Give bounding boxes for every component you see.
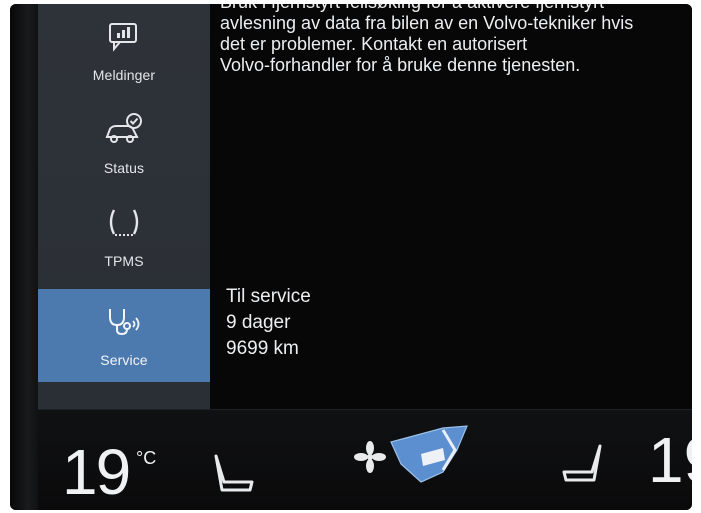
sidebar-item-service[interactable]: Service: [38, 289, 210, 382]
sidebar-item-label: TPMS: [104, 253, 144, 269]
tire-pressure-icon: [38, 204, 210, 242]
climate-bar: 19 °C 1: [38, 409, 692, 510]
sidebar-item-tpms[interactable]: TPMS: [38, 190, 210, 283]
climate-seat-icon[interactable]: [383, 420, 475, 495]
car-check-icon: [38, 111, 210, 147]
display-bezel: Meldinger Status TPMS Service avlesning …: [10, 4, 692, 510]
temperature-unit: °C: [136, 448, 157, 468]
passenger-seat-heat-icon[interactable]: [556, 442, 612, 495]
driver-temperature[interactable]: 19: [62, 440, 131, 504]
description-line: det er problemer. Kontakt en autorisert: [220, 34, 528, 54]
messages-icon: [38, 18, 210, 54]
driver-seat-heat-icon[interactable]: [206, 452, 262, 505]
service-info: Til service 9 dager 9699 km: [226, 284, 311, 362]
sidebar-item-meldinger[interactable]: Meldinger: [38, 4, 210, 97]
fan-icon[interactable]: [353, 440, 387, 479]
sidebar-item-status[interactable]: Status: [38, 97, 210, 190]
service-description: Bruk i fjernstyrt feilsøking for å aktiv…: [220, 4, 692, 76]
description-line: Bruk i fjernstyrt feilsøking for å aktiv…: [220, 4, 692, 13]
description-line: Volvo-forhandler for å bruke denne tjene…: [220, 55, 581, 75]
stethoscope-icon: [38, 303, 210, 339]
frame-left: [10, 4, 40, 510]
description-line: avlesning av data fra bilen av en Volvo-…: [220, 13, 634, 33]
service-title: Til service: [226, 286, 311, 307]
infotainment-screen: Meldinger Status TPMS Service avlesning …: [38, 4, 692, 409]
sidebar-item-label: Service: [100, 352, 148, 368]
passenger-temperature[interactable]: 19: [648, 428, 692, 492]
service-days: 9 dager: [226, 312, 291, 333]
content-area: Bruk i fjernstyrt feilsøking for å aktiv…: [210, 4, 692, 409]
sidebar: Meldinger Status TPMS Service: [38, 4, 210, 409]
sidebar-item-label: Meldinger: [92, 67, 156, 83]
service-distance: 9699 km: [226, 338, 299, 359]
sidebar-item-label: Status: [103, 160, 145, 176]
